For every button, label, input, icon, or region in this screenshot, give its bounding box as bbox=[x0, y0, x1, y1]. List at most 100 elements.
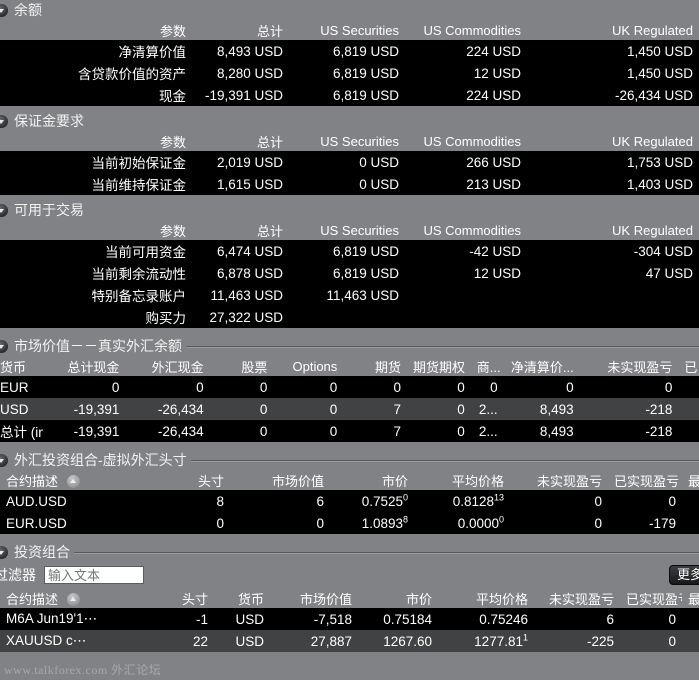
filter-input[interactable] bbox=[44, 566, 144, 584]
cell-future-options: 0 bbox=[457, 423, 465, 439]
fx-portfolio-table: 合约描述 头寸 市场价值 市价 平均价格 未实现盈亏 已实现盈亏 最 AUD.U… bbox=[0, 470, 699, 534]
collapse-arrow-icon[interactable] bbox=[0, 339, 8, 353]
collapse-arrow-icon[interactable] bbox=[0, 545, 8, 559]
table-row[interactable]: 总计 (in ... -19,391 -26,434 0 0 7 0 2... … bbox=[0, 420, 699, 442]
col-header-currency[interactable]: 货币 bbox=[214, 588, 270, 608]
table-row[interactable]: 当前维持保证金 1,615 USD 0 USD 213 USD 1,403 US… bbox=[0, 173, 699, 195]
price-main: 0.75184 bbox=[383, 611, 432, 627]
table-row[interactable]: 特别备忘录账户 11,463 USD 11,463 USD bbox=[0, 284, 699, 306]
cell-market-value: 6 bbox=[316, 493, 324, 509]
col-header-more[interactable]: 最 bbox=[682, 588, 699, 608]
col-header-us-commodities[interactable]: US Commodities bbox=[405, 131, 527, 151]
cell-more bbox=[682, 608, 699, 630]
col-header-fx-cash[interactable]: 外汇现金 bbox=[125, 356, 210, 376]
col-header-us-securities[interactable]: US Securities bbox=[289, 20, 405, 40]
cell-average-price: 0.00000 bbox=[414, 512, 510, 534]
col-header-options[interactable]: Options bbox=[273, 356, 344, 376]
col-header-contract-description[interactable]: 合约描述 bbox=[0, 588, 152, 608]
col-header-position[interactable]: 头寸 bbox=[152, 470, 230, 490]
section-header-available[interactable]: 可用于交易 bbox=[0, 200, 699, 220]
balances-table-wrap: 参数 总计 US Securities US Commodities UK Re… bbox=[0, 20, 699, 106]
section-header-market-value[interactable]: 市场价值－－真实外汇余额 bbox=[0, 336, 699, 356]
col-header-us-commodities[interactable]: US Commodities bbox=[405, 20, 527, 40]
cell-realized-pnl: 0 bbox=[668, 611, 676, 627]
price-main: 0.8128 bbox=[452, 493, 494, 509]
table-row[interactable]: 含贷款价值的资产 8,280 USD 6,819 USD 12 USD 1,45… bbox=[0, 62, 699, 84]
col-header-uk-regulated[interactable]: UK Regulated bbox=[527, 20, 699, 40]
col-header-net-liquidation[interactable]: 净清算价... bbox=[503, 356, 580, 376]
more-button[interactable]: 更多 bbox=[669, 565, 699, 585]
section-header-margin[interactable]: 保证金要求 bbox=[0, 111, 699, 131]
table-row[interactable]: 当前可用资金 6,474 USD 6,819 USD -42 USD -304 … bbox=[0, 240, 699, 262]
col-header-realized-pnl[interactable]: 已实现盈亏 bbox=[608, 470, 682, 490]
section-divider-line bbox=[186, 345, 699, 347]
table-row[interactable]: M6A Jun19'1⋯ -1 USD -7,518 0.75184 0.752… bbox=[0, 608, 699, 630]
col-header-commodities[interactable]: 商... bbox=[470, 356, 504, 376]
cell-position: 8 bbox=[216, 493, 224, 509]
col-header-uk-regulated[interactable]: UK Regulated bbox=[527, 220, 699, 240]
col-header-average-price[interactable]: 平均价格 bbox=[414, 470, 510, 490]
section-header-balances[interactable]: 余额 bbox=[0, 0, 699, 20]
table-row[interactable]: 现金 -19,391 USD 6,819 USD 224 USD -26,434… bbox=[0, 84, 699, 106]
col-header-param[interactable]: 参数 bbox=[0, 220, 192, 240]
col-header-realized-pnl[interactable]: 已 bbox=[678, 356, 699, 376]
col-header-market-value[interactable]: 市场价值 bbox=[230, 470, 330, 490]
col-header-future-options[interactable]: 期货期权 bbox=[407, 356, 471, 376]
section-header-fx-portfolio[interactable]: 外汇投资组合-虚拟外汇头寸 bbox=[0, 450, 699, 470]
cell-realized-pnl bbox=[678, 420, 699, 442]
table-row[interactable]: 购买力 27,322 USD bbox=[0, 306, 699, 328]
col-header-realized-pnl[interactable]: 已实现盈亏 bbox=[620, 588, 682, 608]
col-header-unrealized-pnl[interactable]: 未实现盈亏 bbox=[510, 470, 608, 490]
cell-options: 0 bbox=[329, 401, 338, 417]
col-header-us-securities[interactable]: US Securities bbox=[289, 220, 405, 240]
col-header-average-price[interactable]: 平均价格 bbox=[438, 588, 534, 608]
table-row[interactable]: USD -19,391 -26,434 0 0 7 0 2... 8,493 -… bbox=[0, 398, 699, 420]
table-row[interactable]: 当前初始保证金 2,019 USD 0 USD 266 USD 1,753 US… bbox=[0, 151, 699, 173]
col-header-us-commodities[interactable]: US Commodities bbox=[405, 220, 527, 240]
cell-total: 8,280 USD bbox=[216, 65, 283, 81]
col-header-more[interactable]: 最 bbox=[682, 470, 699, 490]
collapse-arrow-icon[interactable] bbox=[0, 453, 8, 467]
collapse-arrow-icon[interactable] bbox=[0, 203, 8, 217]
collapse-arrow-icon[interactable] bbox=[0, 114, 8, 128]
col-header-param[interactable]: 参数 bbox=[0, 131, 192, 151]
cell-us-securities: 0 USD bbox=[359, 154, 399, 170]
watermark-text: www.talkforex.com 外汇论坛 bbox=[4, 663, 162, 677]
price-pip: 1 bbox=[522, 632, 528, 642]
col-header-unrealized-pnl[interactable]: 未实现盈亏 bbox=[534, 588, 620, 608]
col-header-total[interactable]: 总计 bbox=[192, 20, 289, 40]
section-header-portfolio[interactable]: 投资组合 bbox=[0, 542, 699, 562]
col-header-param[interactable]: 参数 bbox=[0, 20, 192, 40]
col-header-uk-regulated[interactable]: UK Regulated bbox=[527, 131, 699, 151]
col-header-total[interactable]: 总计 bbox=[192, 220, 289, 240]
available-table-wrap: 参数 总计 US Securities US Commodities UK Re… bbox=[0, 220, 699, 328]
col-header-market-value[interactable]: 市场价值 bbox=[270, 588, 358, 608]
col-header-last-price[interactable]: 市价 bbox=[330, 470, 414, 490]
col-header-unrealized-pnl[interactable]: 未实现盈亏 bbox=[579, 356, 679, 376]
col-header-us-securities[interactable]: US Securities bbox=[289, 131, 405, 151]
col-header-total-cash[interactable]: 总计现金 bbox=[43, 356, 126, 376]
col-header-total[interactable]: 总计 bbox=[192, 131, 289, 151]
collapse-arrow-icon[interactable] bbox=[0, 3, 8, 17]
col-header-position[interactable]: 头寸 bbox=[152, 588, 214, 608]
sort-ascending-icon[interactable] bbox=[66, 592, 80, 606]
cell-unrealized-pnl: 0 bbox=[594, 515, 602, 531]
table-row[interactable]: EUR 0 0 0 0 0 0 0 0 0 bbox=[0, 376, 699, 398]
col-header-contract-description[interactable]: 合约描述 bbox=[0, 470, 152, 490]
section-divider-line bbox=[190, 459, 699, 461]
table-row[interactable]: 净清算价值 8,493 USD 6,819 USD 224 USD 1,450 … bbox=[0, 40, 699, 62]
cell-future-options: 0 bbox=[457, 379, 465, 395]
col-header-currency[interactable]: 货币 bbox=[0, 356, 44, 376]
col-header-stock[interactable]: 股票 bbox=[209, 356, 274, 376]
sort-ascending-icon[interactable] bbox=[66, 474, 80, 488]
section-gap bbox=[0, 328, 699, 336]
table-row[interactable]: AUD.USD 8 6 0.75250 0.812813 0 0 bbox=[0, 490, 699, 512]
table-row[interactable]: XAUUSD c⋯ 22 USD 27,887 1267.60 1277.811… bbox=[0, 630, 699, 652]
table-row[interactable]: 当前剩余流动性 6,878 USD 6,819 USD 12 USD 47 US… bbox=[0, 262, 699, 284]
row-label: 现金 bbox=[159, 89, 186, 104]
col-header-last-price[interactable]: 市价 bbox=[358, 588, 438, 608]
table-row[interactable]: EUR.USD 0 0 1.08938 0.00000 0 -179 bbox=[0, 512, 699, 534]
cell-uk-regulated: 47 USD bbox=[645, 265, 693, 281]
col-header-futures[interactable]: 期货 bbox=[343, 356, 408, 376]
cell-us-commodities bbox=[405, 284, 527, 306]
